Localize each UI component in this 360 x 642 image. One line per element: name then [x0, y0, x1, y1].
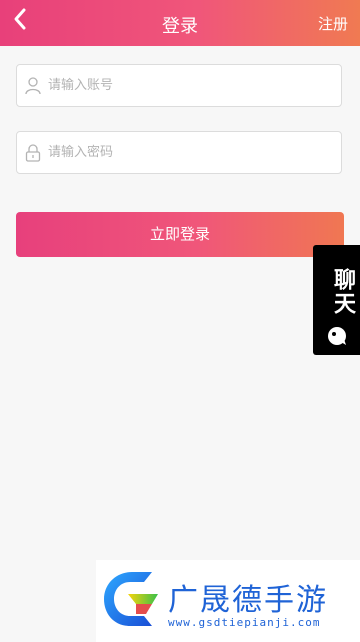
- chat-tab-label: 聊天: [330, 268, 355, 316]
- login-button[interactable]: 立即登录: [16, 212, 344, 257]
- register-link[interactable]: 注册: [318, 13, 348, 34]
- chat-side-tab[interactable]: 聊天: [313, 245, 360, 355]
- password-field[interactable]: [16, 131, 342, 174]
- app-header: 登录 注册: [0, 0, 360, 46]
- site-watermark: 广晟德手游 www.gsdtiepianji.com: [96, 560, 360, 642]
- password-input[interactable]: [48, 132, 334, 173]
- site-logo-icon: [104, 572, 158, 626]
- page-title: 登录: [162, 16, 198, 37]
- account-input[interactable]: [48, 65, 334, 106]
- lock-icon: [25, 144, 41, 162]
- user-icon: [25, 77, 41, 95]
- watermark-name: 广晟德手游: [168, 583, 328, 618]
- account-field[interactable]: [16, 64, 342, 107]
- watermark-url: www.gsdtiepianji.com: [168, 616, 321, 629]
- chat-bubble-icon: [328, 327, 346, 345]
